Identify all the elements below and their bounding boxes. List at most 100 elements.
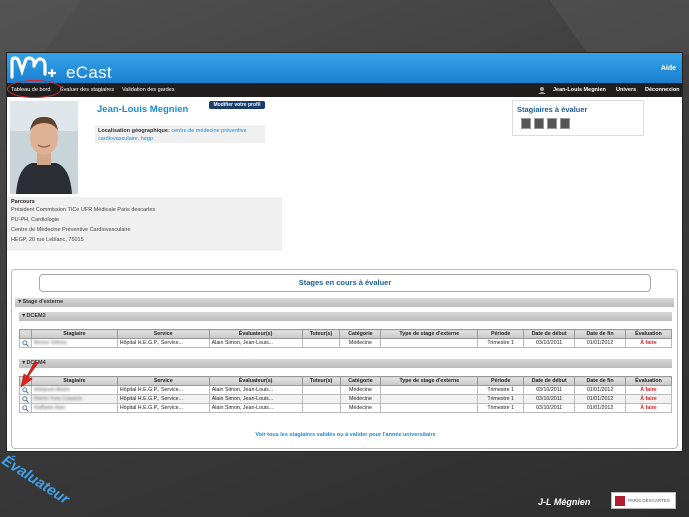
profile-photo — [10, 101, 78, 194]
col-periode: Période — [477, 376, 525, 386]
table-header-row: Stagiaire Service Évaluateur(s) Tuteur(s… — [19, 329, 673, 339]
cell-periode: Trimestre 1 — [477, 338, 525, 348]
cell-fin: 01/01/2012 — [574, 385, 627, 395]
col-evaluation: Évaluation — [624, 329, 673, 339]
cell-evaluation-link[interactable]: À faire — [625, 385, 672, 395]
cell-evaluation-link[interactable]: À faire — [625, 403, 672, 413]
red-arrow-icon — [20, 361, 39, 388]
cell-evaluateur: Alain Simon, Jean-Louis... — [208, 394, 303, 404]
browser-window: eCast Aide Tableau de bord Évaluer des s… — [6, 52, 683, 452]
location-label: Localisation géographique: — [98, 128, 170, 134]
trainees-to-evaluate-box: Stagiaires à évaluer — [512, 100, 644, 136]
view-cell[interactable] — [19, 338, 32, 348]
col-categorie: Catégorie — [339, 376, 382, 386]
group-dcem2[interactable]: ▼DCEM2 — [19, 312, 672, 321]
table-header-row: Stagiaire Service Évaluateur(s) Tuteur(s… — [19, 376, 672, 386]
trainee-avatar[interactable] — [521, 118, 531, 129]
group-dcem4[interactable]: ▼DCEM4 — [19, 359, 672, 368]
col-evaluateurs: Évaluateur(s) — [208, 376, 303, 386]
section-stage-externe[interactable]: ▼Stage d'externe — [15, 298, 674, 307]
cell-evaluateur: Alain Simon, Jean-Louis... — [208, 338, 303, 348]
trainee-avatar[interactable] — [560, 118, 570, 129]
stages-panel: Stages en cours à évaluer ▼Stage d'exter… — [11, 269, 678, 449]
cell-categorie: Médecine — [339, 403, 382, 413]
cell-stagiaire[interactable]: Raffaele Alan — [31, 403, 118, 413]
magnifier-icon[interactable] — [22, 339, 29, 347]
edit-profile-button[interactable]: Modifier votre profil — [209, 101, 265, 109]
cell-tuteur — [301, 338, 341, 348]
cell-evaluateur: Alain Simon, Jean-Louis... — [208, 385, 303, 395]
cell-fin: 01/01/2012 — [574, 394, 627, 404]
parcours-line: Centre de Médecine Préventive Cardiovasc… — [11, 227, 131, 233]
cell-debut: 03/10/2011 — [523, 385, 576, 395]
table-row[interactable]: Raffaele Alan Hôpital H.E.G.P., Service.… — [19, 403, 672, 413]
nav-universe[interactable]: Univers — [616, 87, 636, 93]
trainee-avatar[interactable] — [547, 118, 557, 129]
col-evaluation: Évaluation — [625, 376, 672, 386]
view-cell[interactable] — [19, 403, 32, 413]
cell-categorie: Médecine — [339, 394, 382, 404]
cell-tuteur — [301, 403, 341, 413]
nav-logout[interactable]: Déconnexion — [645, 87, 680, 93]
col-type: Type de stage d'externe — [380, 329, 479, 339]
cell-type — [380, 338, 479, 348]
col-tuteurs: Tuteur(s) — [301, 376, 341, 386]
col-evaluateurs: Évaluateur(s) — [208, 329, 303, 339]
stages-title: Stages en cours à évaluer — [39, 274, 651, 292]
cell-service: Hôpital H.E.G.P., Service... — [116, 394, 210, 404]
cell-stagiaire[interactable]: Mahjoub Alisée — [31, 385, 118, 395]
app-banner: eCast Aide — [7, 53, 682, 83]
cell-debut: 03/10/2011 — [523, 403, 576, 413]
col-service: Service — [116, 376, 210, 386]
cell-periode: Trimestre 1 — [477, 394, 525, 404]
profile-name: Jean-Louis Megnien — [97, 104, 189, 115]
cell-service: Hôpital H.E.G.P., Service... — [116, 338, 210, 348]
cell-fin: 01/01/2012 — [574, 338, 626, 348]
cell-tuteur — [301, 385, 341, 395]
cell-stagiaire[interactable]: Pierre-Yves Cavaroc — [31, 394, 118, 404]
table-row[interactable]: Pierre-Yves Cavaroc Hôpital H.E.G.P., Se… — [19, 394, 672, 404]
magnifier-icon[interactable] — [22, 395, 29, 403]
cell-debut: 03/10/2011 — [523, 338, 576, 348]
parcours-box: Parcours Président Commission TICe UFR M… — [7, 197, 282, 251]
top-navbar: Tableau de bord Évaluer des stagiaires V… — [7, 83, 682, 97]
col-categorie: Catégorie — [339, 329, 382, 339]
trainee-avatar[interactable] — [534, 118, 544, 129]
col-stagiaire: Stagiaire — [31, 376, 118, 386]
highlight-circle — [7, 80, 62, 98]
cell-service: Hôpital H.E.G.P., Service... — [116, 403, 210, 413]
location-box: Localisation géographique: centre de méd… — [95, 125, 265, 143]
magnifier-icon[interactable] — [22, 404, 29, 412]
col-date-debut: Date de début — [523, 329, 576, 339]
cell-categorie: Médecine — [339, 338, 382, 348]
nav-user[interactable]: Jean-Louis Megnien — [553, 87, 606, 93]
parcours-line: HEGP, 20 rue Leblanc, 75015 — [11, 237, 84, 243]
cell-evaluateur: Alain Simon, Jean-Louis... — [208, 403, 303, 413]
cell-tuteur — [301, 394, 341, 404]
cell-periode: Trimestre 1 — [477, 403, 525, 413]
university-logo: PARIS DESCARTES — [611, 492, 676, 509]
help-link[interactable]: Aide — [661, 65, 676, 72]
university-logo-text: PARIS DESCARTES — [628, 498, 670, 503]
cell-stagiaire[interactable]: Benne Sidney — [31, 338, 118, 348]
table-row[interactable]: Mahjoub Alisée Hôpital H.E.G.P., Service… — [19, 385, 672, 395]
col-tuteurs: Tuteur(s) — [301, 329, 341, 339]
cell-evaluation-link[interactable]: À faire — [624, 338, 673, 348]
col-periode: Période — [477, 329, 525, 339]
col-type: Type de stage d'externe — [380, 376, 479, 386]
parcours-line: PU-PH, Cardiologie — [11, 217, 59, 223]
cell-service: Hôpital H.E.G.P., Service... — [116, 385, 210, 395]
nav-validate-guards[interactable]: Validation des gardes — [122, 87, 175, 93]
table-row[interactable]: Benne Sidney Hôpital H.E.G.P., Service..… — [19, 338, 673, 348]
university-logo-icon — [615, 496, 625, 506]
cell-type — [380, 403, 479, 413]
col-stagiaire: Stagiaire — [31, 329, 118, 339]
nav-evaluate-trainees[interactable]: Évaluer des stagiaires — [60, 87, 114, 93]
cell-type — [380, 385, 479, 395]
stages-table-dcem4: Stagiaire Service Évaluateur(s) Tuteur(s… — [19, 376, 672, 413]
app-name: eCast — [66, 63, 112, 82]
stages-table-dcem2: Stagiaire Service Évaluateur(s) Tuteur(s… — [19, 329, 673, 348]
all-trainees-link[interactable]: Voir tous les stagiaires validés ou à va… — [12, 432, 679, 438]
cell-evaluation-link[interactable]: À faire — [625, 394, 672, 404]
view-cell[interactable] — [19, 394, 32, 404]
